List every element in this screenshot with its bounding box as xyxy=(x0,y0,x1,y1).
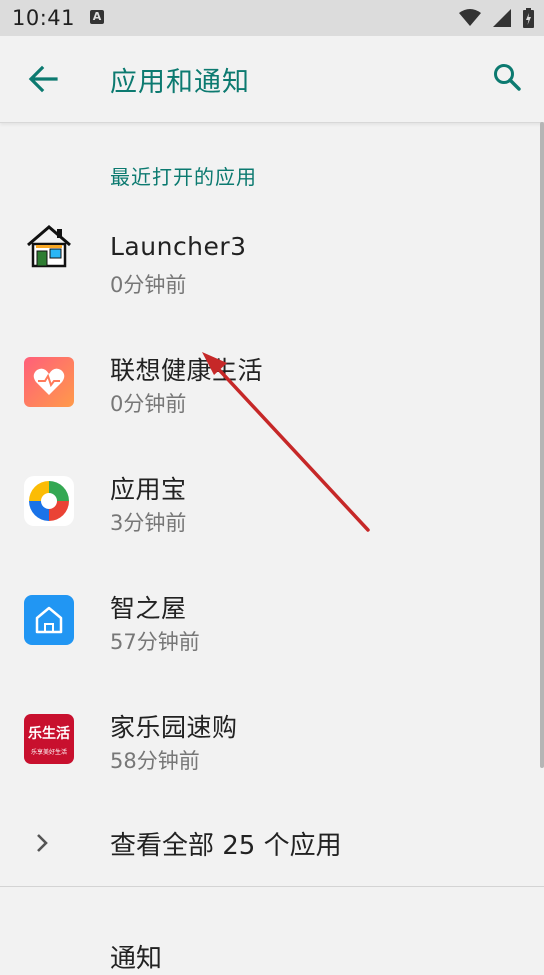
zhizhiwu-house-icon xyxy=(24,595,74,645)
search-icon[interactable] xyxy=(492,62,522,92)
app-row-zhizhiwu[interactable]: 智之屋 57分钟前 xyxy=(0,545,544,663)
arrow-back-icon[interactable] xyxy=(26,62,60,96)
icon-text: 乐生活 xyxy=(28,726,70,742)
app-row-jialeyuan[interactable]: 乐生活 乐享美好生活 家乐园速购 58分钟前 xyxy=(0,664,544,782)
app-bar: 应用和通知 xyxy=(0,36,544,123)
app-name: 应用宝 xyxy=(110,475,187,504)
divider xyxy=(0,886,544,887)
chevron-right-icon xyxy=(37,834,48,852)
status-bar: 10:41 A xyxy=(0,0,544,36)
app-row-launcher3[interactable]: Launcher3 0分钟前 xyxy=(0,188,544,306)
launcher3-house-icon xyxy=(27,225,71,268)
status-icons xyxy=(459,8,534,28)
yingyongbao-icon xyxy=(24,476,74,526)
app-row-lenovo-health[interactable]: 联想健康生活 0分钟前 xyxy=(0,307,544,425)
app-last-opened: 57分钟前 xyxy=(110,630,200,654)
leshenghuo-icon: 乐生活 乐享美好生活 xyxy=(24,714,74,764)
app-name: Launcher3 xyxy=(110,232,247,261)
see-all-apps-label: 查看全部 25 个应用 xyxy=(110,831,342,861)
app-last-opened: 0分钟前 xyxy=(110,273,187,297)
cellular-icon xyxy=(493,9,511,27)
app-row-yingyongbao[interactable]: 应用宝 3分钟前 xyxy=(0,426,544,544)
notification-icon: A xyxy=(90,10,104,24)
status-time: 10:41 xyxy=(12,6,76,30)
page-title: 应用和通知 xyxy=(110,67,250,98)
see-all-apps-row[interactable]: 查看全部 25 个应用 xyxy=(0,800,544,886)
icon-subtext: 乐享美好生活 xyxy=(30,749,67,756)
section-header-recent-apps: 最近打开的应用 xyxy=(110,165,257,189)
lenovo-health-heart-icon xyxy=(24,357,74,407)
app-last-opened: 0分钟前 xyxy=(110,392,187,416)
notifications-item[interactable]: 通知 xyxy=(110,938,162,975)
app-name: 智之屋 xyxy=(110,594,187,623)
wifi-icon xyxy=(459,9,481,26)
app-name: 联想健康生活 xyxy=(110,356,264,385)
battery-icon xyxy=(523,8,534,28)
app-name: 家乐园速购 xyxy=(110,713,238,742)
app-last-opened: 58分钟前 xyxy=(110,749,200,773)
app-last-opened: 3分钟前 xyxy=(110,511,187,535)
